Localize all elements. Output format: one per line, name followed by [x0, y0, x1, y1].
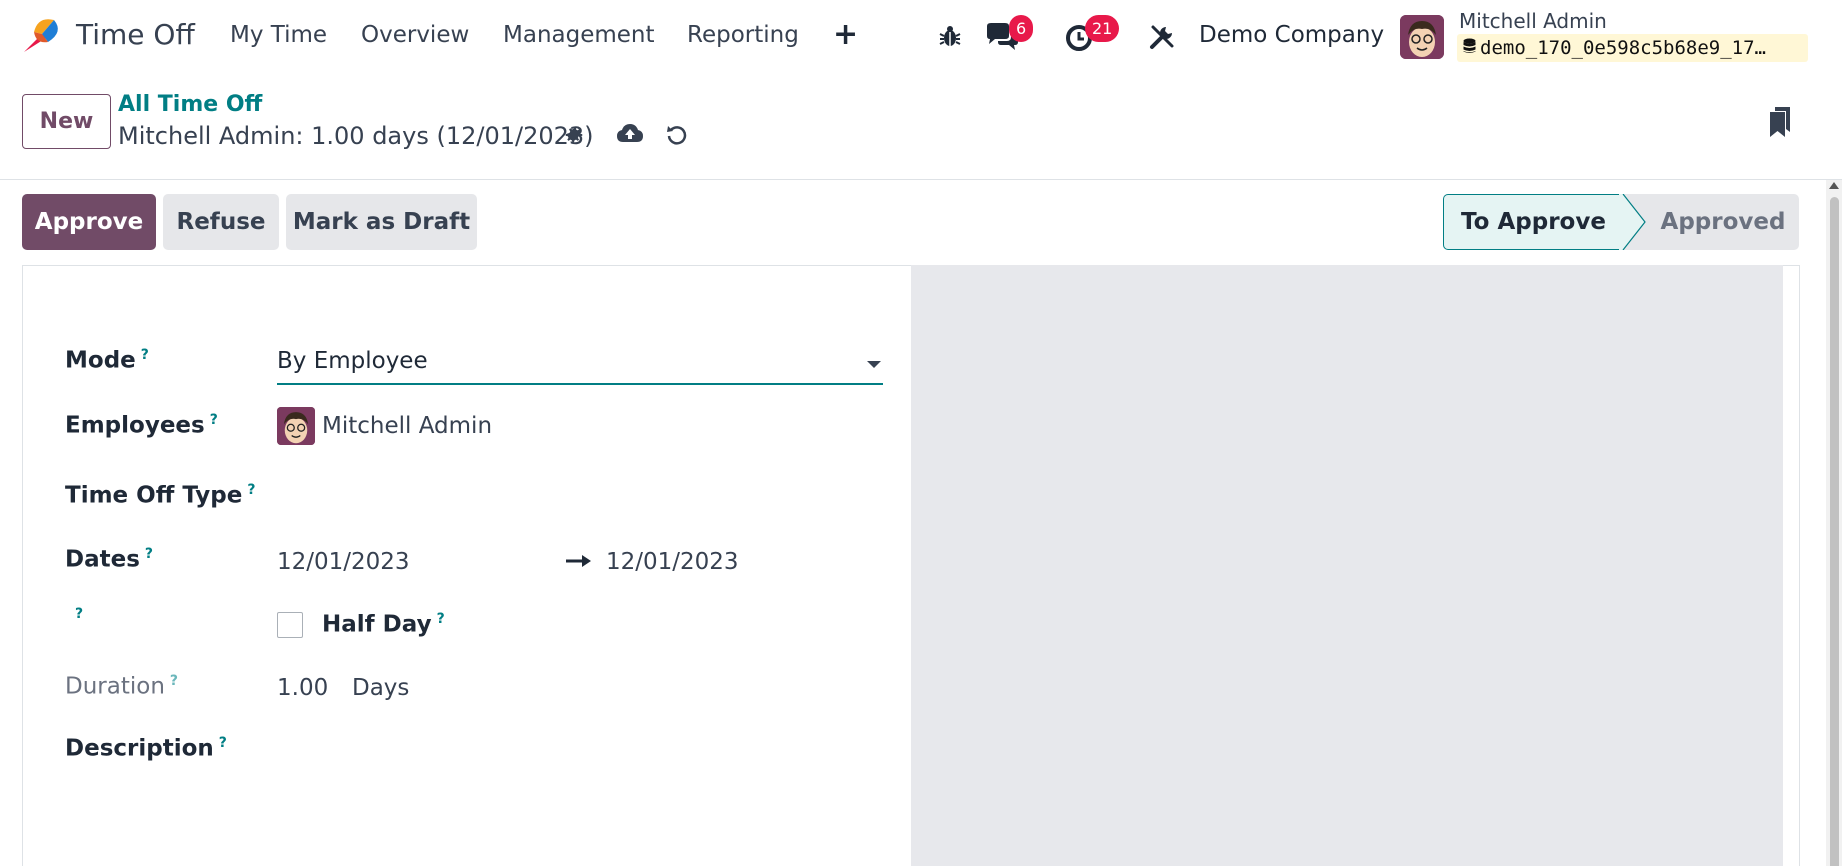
- duration-value: 1.00: [277, 675, 329, 701]
- dates-label: Dates?: [65, 546, 153, 573]
- chevron-down-icon: [867, 361, 881, 368]
- dates-label-text: Dates: [65, 546, 140, 573]
- half-day-help-icon[interactable]: ?: [437, 611, 445, 627]
- description-help-icon[interactable]: ?: [219, 735, 227, 751]
- gear-icon[interactable]: [563, 124, 585, 150]
- time-off-type-help-icon[interactable]: ?: [247, 482, 255, 498]
- stage-approved[interactable]: Approved: [1653, 194, 1793, 250]
- approve-button[interactable]: Approve: [22, 194, 156, 250]
- arrow-right-icon: [566, 553, 592, 573]
- messages-badge: 6: [1009, 15, 1034, 42]
- app-title[interactable]: Time Off: [76, 18, 195, 51]
- half-day-checkbox[interactable]: [277, 612, 303, 638]
- half-day-label[interactable]: Half Day?: [322, 611, 445, 638]
- breadcrumb[interactable]: All Time Off: [118, 92, 262, 117]
- bug-icon[interactable]: [938, 24, 962, 48]
- record-title: Mitchell Admin: 1.00 days (12/01/2023): [118, 122, 594, 150]
- request-unit-help-icon[interactable]: ?: [75, 606, 83, 622]
- description-label-text: Description: [65, 735, 214, 762]
- time-off-type-field[interactable]: [277, 482, 883, 514]
- employees-label-text: Employees: [65, 412, 205, 439]
- employees-help-icon[interactable]: ?: [210, 412, 218, 428]
- chatter-panel: [911, 265, 1783, 866]
- mode-help-icon[interactable]: ?: [141, 347, 149, 363]
- status-stage-bar: To Approve Approved: [1443, 194, 1799, 250]
- control-panel: New All Time Off Mitchell Admin: 1.00 da…: [0, 74, 1842, 180]
- half-day-label-text: Half Day: [322, 611, 432, 638]
- user-avatar[interactable]: [1400, 15, 1444, 59]
- bookmark-icon[interactable]: [1768, 106, 1792, 142]
- time-off-app-icon[interactable]: [20, 14, 66, 56]
- cloud-upload-icon[interactable]: [616, 122, 644, 150]
- new-button[interactable]: New: [22, 94, 111, 149]
- database-name[interactable]: demo_170_0e598c5b68e9_17…: [1457, 34, 1808, 62]
- employees-label: Employees?: [65, 412, 218, 439]
- time-off-type-label-text: Time Off Type: [65, 482, 243, 509]
- description-field[interactable]: [277, 735, 883, 795]
- duration-help-icon[interactable]: ?: [170, 673, 178, 689]
- page-scrollbar[interactable]: [1826, 180, 1842, 866]
- mark-as-draft-button[interactable]: Mark as Draft: [286, 194, 477, 250]
- plus-icon[interactable]: +: [833, 17, 858, 52]
- tools-icon[interactable]: [1149, 24, 1175, 50]
- time-off-type-label: Time Off Type?: [65, 482, 255, 509]
- employee-name[interactable]: Mitchell Admin: [322, 413, 492, 439]
- duration-label-text: Duration: [65, 673, 165, 700]
- undo-icon[interactable]: [666, 124, 688, 150]
- menu-overview[interactable]: Overview: [361, 22, 469, 48]
- activities-badge: 21: [1085, 15, 1120, 42]
- scroll-thumb[interactable]: [1830, 197, 1839, 866]
- database-label: demo_170_0e598c5b68e9_17…: [1480, 37, 1766, 59]
- mode-label-text: Mode: [65, 347, 136, 374]
- stage-to-approve[interactable]: To Approve: [1443, 194, 1623, 250]
- dates-help-icon[interactable]: ?: [145, 546, 153, 562]
- employee-avatar[interactable]: [277, 407, 315, 445]
- refuse-button[interactable]: Refuse: [163, 194, 279, 250]
- mode-label: Mode?: [65, 347, 149, 374]
- user-name[interactable]: Mitchell Admin: [1459, 9, 1607, 33]
- duration-label: Duration?: [65, 673, 178, 700]
- top-navbar: Time Off My Time Overview Management Rep…: [0, 0, 1842, 74]
- date-from-input[interactable]: 12/01/2023: [277, 549, 410, 575]
- menu-my-time[interactable]: My Time: [230, 22, 327, 48]
- date-to-input[interactable]: 12/01/2023: [606, 549, 739, 575]
- description-label: Description?: [65, 735, 227, 762]
- menu-reporting[interactable]: Reporting: [687, 22, 799, 48]
- half-day-unlabeled-help: ?: [70, 606, 83, 633]
- menu-management[interactable]: Management: [503, 22, 655, 48]
- duration-unit: Days: [352, 675, 410, 701]
- company-switcher[interactable]: Demo Company: [1199, 22, 1384, 48]
- stage-arrow: [1619, 194, 1646, 250]
- mode-select-value: By Employee: [277, 348, 428, 374]
- scroll-up-arrow[interactable]: [1829, 182, 1839, 189]
- database-icon: [1463, 37, 1476, 59]
- mode-select[interactable]: By Employee: [277, 343, 883, 385]
